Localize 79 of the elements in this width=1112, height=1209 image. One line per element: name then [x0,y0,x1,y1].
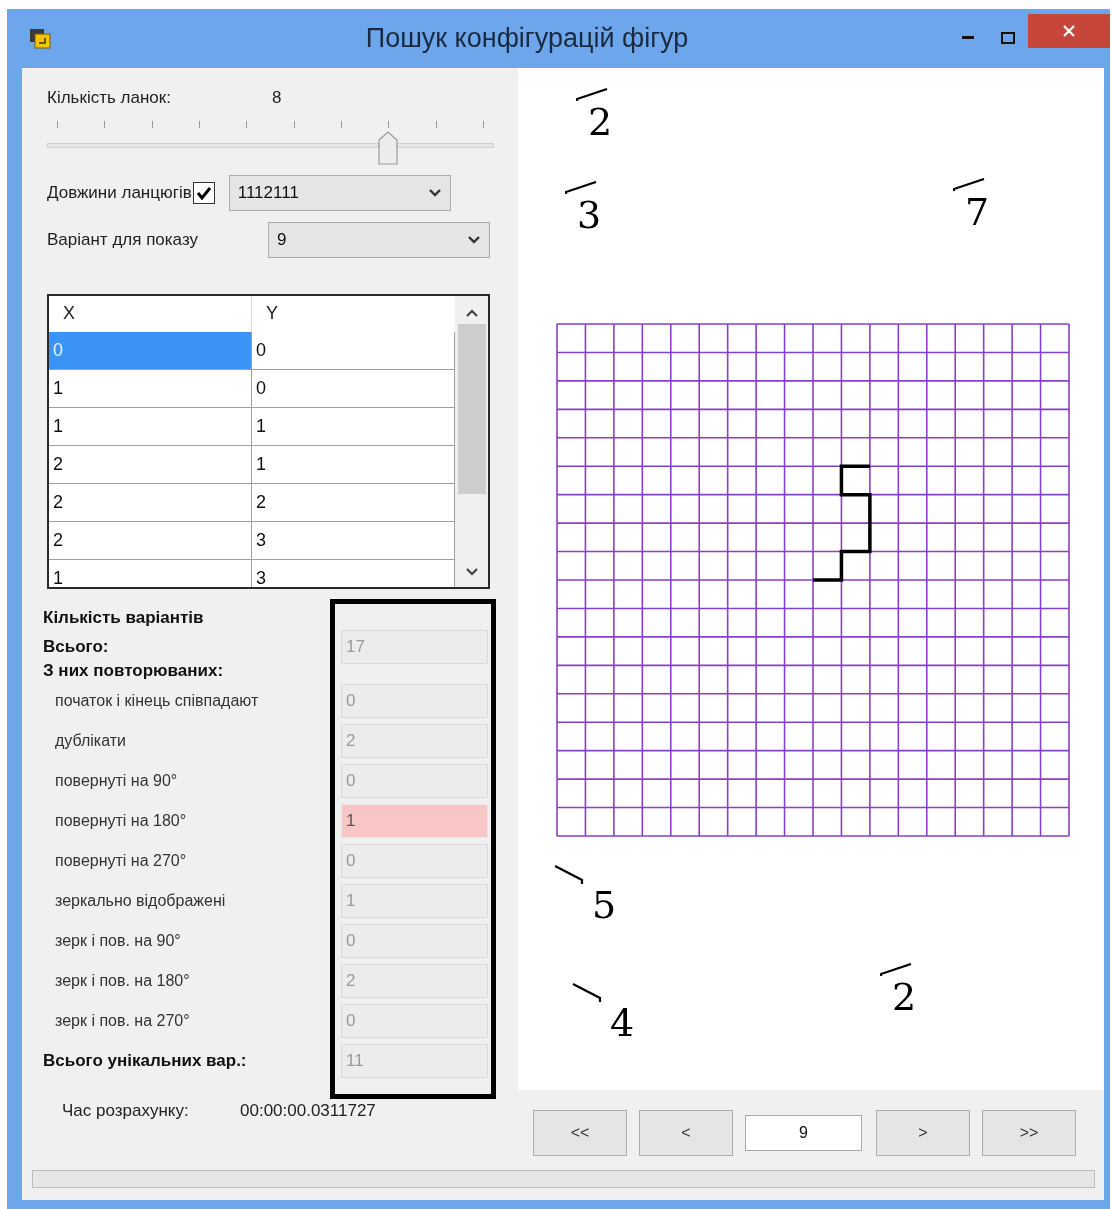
table-cell[interactable]: 2 [49,445,252,484]
total-label: Всього: [43,636,109,659]
scroll-up-icon [464,307,479,318]
maximize-icon [1001,32,1015,44]
stat-label: повернуті на 270° [54,850,187,871]
count-field: 0 [341,843,488,878]
variant-label: Варіант для показу [47,228,199,251]
scrollbar-thumb[interactable] [457,323,486,494]
chevron-down-icon [467,234,481,245]
slider-thumb[interactable] [377,130,398,165]
stroke-mark [880,963,912,977]
stat-label: повернуті на 90° [54,770,178,791]
annotation-number: 4 [610,1003,635,1043]
table-cell[interactable]: 1 [49,559,252,587]
stroke-mark [576,88,608,102]
close-icon [1063,25,1075,37]
time-label: Час розрахунку: [62,1099,190,1122]
scrollbar[interactable] [455,295,488,587]
chain-lengths-dropdown[interactable]: 1112111 [228,174,451,211]
window-title: Пошук конфігурацій фігур [365,22,689,56]
variant-dropdown[interactable]: 9 [268,221,490,258]
time-value: 00:00:00.0311727 [240,1099,376,1122]
check-icon [195,185,212,200]
stat-label: зерк і пов. на 90° [54,930,181,951]
count-field: 17 [341,630,488,664]
last-button[interactable]: >> [982,1110,1076,1156]
first-button[interactable]: << [533,1110,627,1156]
stroke-mark [565,181,597,195]
table-cell[interactable]: 3 [252,559,455,587]
column-header[interactable]: Y [252,295,455,332]
variants-heading: Кількість варіантів [43,607,204,627]
chevron-down-icon [427,187,442,198]
table-cell[interactable]: 1 [252,407,455,446]
table-cell[interactable]: 1 [49,369,252,408]
table-cell[interactable]: 0 [252,331,455,370]
annotation-number: 2 [892,977,917,1017]
stat-label: початок і кінець співпадают [54,690,259,711]
table-cell[interactable]: 2 [49,521,252,560]
count-field: 0 [341,923,488,958]
stat-label: зеркально відображені [54,890,226,911]
chain-lengths-checkbox[interactable] [192,181,215,204]
stat-label: зерк і пов. на 180° [54,970,190,991]
count-field: 2 [341,723,488,758]
count-field: 0 [341,1003,488,1038]
count-field: 0 [341,763,488,798]
stroke-mark [554,865,584,885]
stat-label: дублікати [54,730,126,751]
stat-label: зерк і пов. на 270° [54,1010,190,1031]
previous-button[interactable]: < [639,1110,733,1156]
links-value: 8 [272,87,282,109]
app-icon [29,27,51,50]
table-cell[interactable]: 2 [49,483,252,522]
count-field: 11 [341,1043,488,1078]
table-cell[interactable]: 3 [252,521,455,560]
stat-label: повернуті на 180° [54,810,187,831]
links-label: Кількість ланок: [47,87,172,109]
count-field: 0 [341,683,488,718]
count-field: 2 [341,963,488,998]
minimize-icon [962,36,974,40]
table-cell[interactable]: 1 [252,445,455,484]
repeated-heading: З них повторюваних: [43,661,224,680]
count-field: 1 [341,883,488,918]
scroll-down-icon [464,566,479,577]
next-button[interactable]: > [876,1110,970,1156]
annotation-number: 2 [588,102,613,142]
count-field: 1 [341,803,488,838]
annotation-number: 3 [577,195,602,235]
stroke-mark [953,178,985,192]
stroke-mark [572,983,602,1003]
unique-label: Всього унікальних вар.: [43,1049,247,1072]
table-cell[interactable]: 2 [252,483,455,522]
table-cell[interactable]: 1 [49,407,252,446]
chain-lengths-label: Довжини ланцюгів [47,181,192,204]
annotation-number: 7 [965,192,990,232]
links-slider[interactable] [47,120,494,167]
table-cell[interactable]: 0 [252,369,455,408]
annotation-number: 5 [592,885,617,925]
page-field[interactable]: 9 [745,1115,862,1151]
column-header[interactable]: X [49,295,252,332]
